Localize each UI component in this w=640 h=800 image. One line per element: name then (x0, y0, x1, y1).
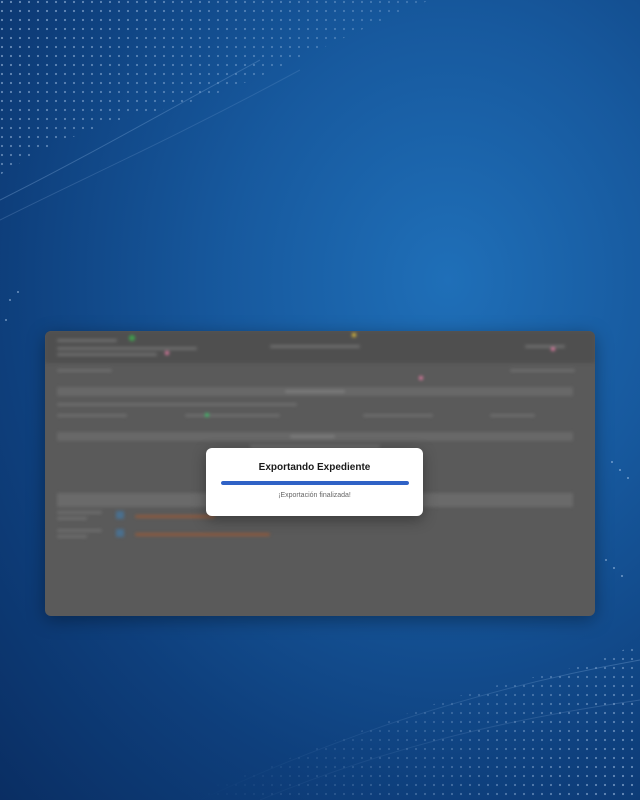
dialog-title: Exportando Expediente (258, 462, 371, 473)
export-dialog: Exportando Expediente ¡Exportación final… (206, 448, 423, 516)
export-progress-bar (221, 481, 409, 485)
export-status-text: ¡Exportación finalizada! (278, 492, 351, 499)
export-progress-fill (221, 481, 409, 485)
